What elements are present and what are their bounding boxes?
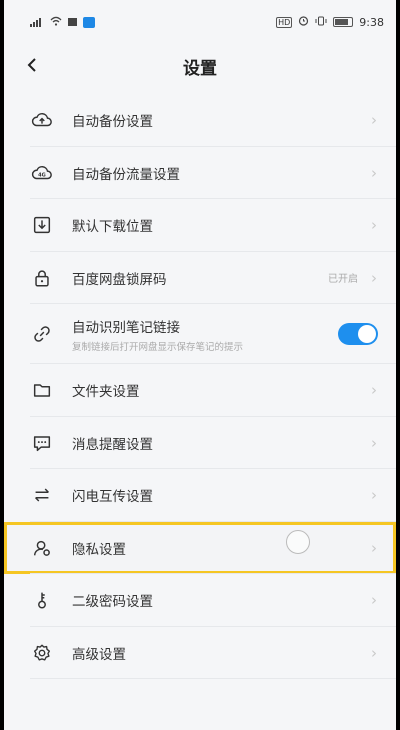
settings-item-label: 二级密码设置 [72,594,153,611]
chevron-right-icon: › [371,538,377,557]
chevron-right-icon: › [371,111,377,130]
touch-indicator [286,529,310,554]
chevron-right-icon: › [371,381,377,400]
settings-item-label: 自动备份流量设置 [72,166,180,183]
vibrate-icon [315,16,327,29]
cloud-upload-icon [30,108,54,132]
svg-text:4G: 4G [38,172,46,178]
hd-badge: HD [276,16,293,28]
lock-icon [30,266,54,290]
lock-status-value: 已开启 [328,274,358,286]
settings-screen: HD 9:38 设置 自动备份设置 › 4G 自动备份流量设置 › 默认下载位置… [4,0,396,730]
settings-item-lock-code[interactable]: 百度网盘锁屏码 已开启 › [4,252,396,305]
settings-list: 自动备份设置 › 4G 自动备份流量设置 › 默认下载位置 › 百度网盘锁屏码 … [4,94,396,679]
folder-icon [30,378,54,402]
settings-item-label: 闪电互传设置 [72,489,153,506]
chevron-left-icon[interactable] [26,54,38,78]
settings-item-notify[interactable]: 消息提醒设置 › [4,417,396,470]
settings-item-flash-transfer[interactable]: 闪电互传设置 › [4,469,396,522]
chevron-right-icon: › [371,486,377,505]
key-icon [30,588,54,612]
settings-item-label: 自动识别笔记链接 [72,319,180,336]
cloud-4g-icon: 4G [30,161,54,185]
status-time: 9:38 [359,15,384,29]
wifi-icon [50,16,62,29]
chevron-right-icon: › [371,591,377,610]
settings-item-backup-data[interactable]: 4G 自动备份流量设置 › [4,147,396,200]
settings-item-folder[interactable]: 文件夹设置 › [4,364,396,417]
chevron-right-icon: › [371,163,377,182]
transfer-icon [30,483,54,507]
settings-item-auto-backup[interactable]: 自动备份设置 › [4,94,396,147]
chevron-right-icon: › [371,216,377,235]
settings-item-second-password[interactable]: 二级密码设置 › [4,574,396,627]
settings-item-label: 高级设置 [72,646,126,663]
status-left [30,16,95,29]
message-icon [30,431,54,455]
alarm-icon [298,15,309,29]
download-box-icon [30,213,54,237]
chevron-right-icon: › [371,268,377,287]
chevron-right-icon: › [371,643,377,662]
privacy-icon [30,536,54,560]
settings-item-privacy[interactable]: 隐私设置 › [4,521,396,574]
settings-item-label: 自动备份设置 [72,114,153,131]
settings-item-advanced[interactable]: 高级设置 › [4,627,396,680]
chevron-right-icon: › [371,433,377,452]
status-right: HD 9:38 [276,15,384,29]
settings-item-label: 消息提醒设置 [72,436,153,453]
settings-item-download-location[interactable]: 默认下载位置 › [4,199,396,252]
settings-item-label: 隐私设置 [72,541,126,558]
settings-item-label: 文件夹设置 [72,384,140,401]
link-icon [30,322,54,346]
gear-icon [30,641,54,665]
notification-square-icon [68,18,77,26]
app-notification-icon [83,16,95,28]
settings-item-label: 默认下载位置 [72,219,153,236]
status-bar: HD 9:38 [4,0,396,44]
page-title: 设置 [183,58,217,79]
settings-item-note-link: 自动识别笔记链接 复制链接后打开网盘显示保存笔记的提示 [4,304,396,364]
signal-icon [30,17,44,27]
settings-item-description: 复制链接后打开网盘显示保存笔记的提示 [72,341,244,353]
nav-header: 设置 [4,44,396,88]
settings-item-label: 百度网盘锁屏码 [72,271,167,288]
note-link-toggle[interactable] [338,323,378,345]
battery-icon [333,17,354,27]
